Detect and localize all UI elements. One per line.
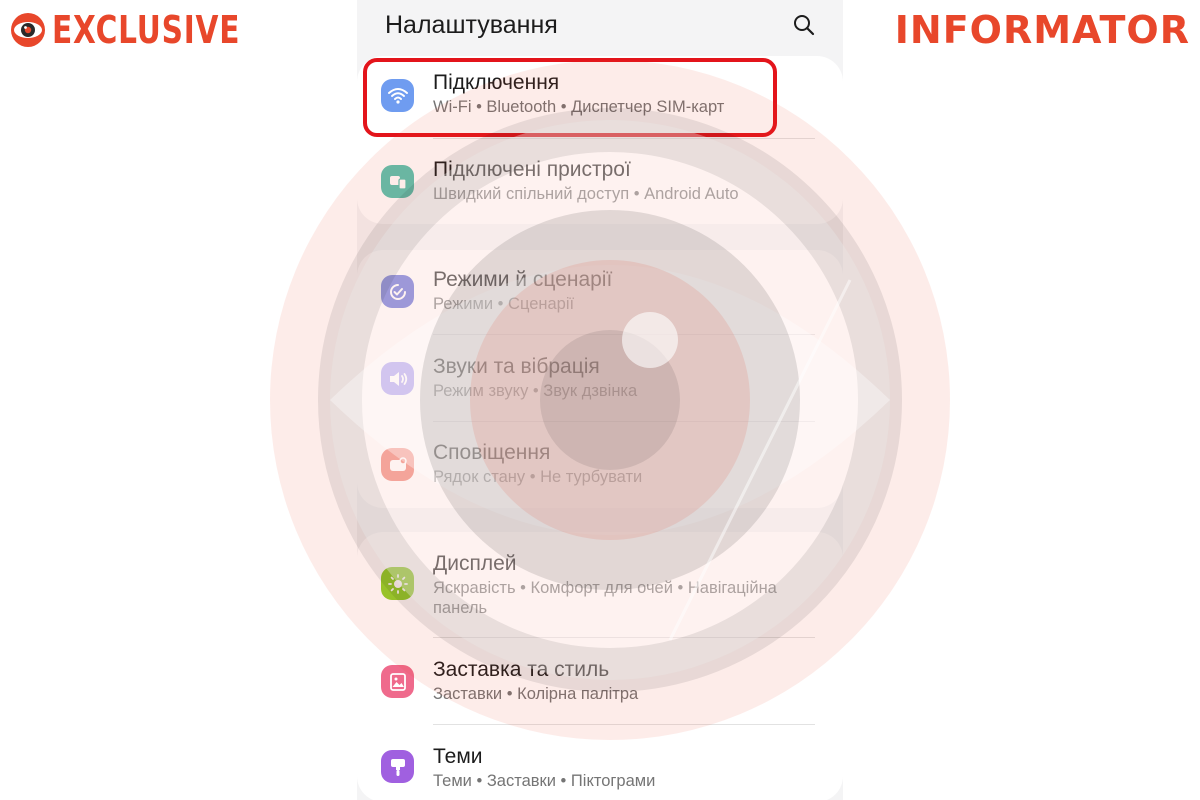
informator-logo: INFORMATOR xyxy=(895,10,1190,50)
settings-item-subtitle: Швидкий спільний доступ • Android Auto xyxy=(433,185,739,203)
settings-item-display[interactable]: Дисплей Яскравість • Комфорт для очей • … xyxy=(357,551,843,638)
notification-icon xyxy=(381,448,414,481)
settings-item-title: Режими й сценарії xyxy=(433,268,613,291)
settings-item-sounds[interactable]: Звуки та вібрація Режим звуку • Звук дзв… xyxy=(357,354,843,422)
settings-item-title: Звуки та вібрація xyxy=(433,355,600,378)
settings-item-subtitle: Режими • Сценарії xyxy=(433,295,575,313)
settings-item-subtitle: Рядок стану • Не турбувати xyxy=(433,468,643,486)
wallpaper-icon xyxy=(381,665,414,698)
highlight-frame xyxy=(363,58,777,137)
settings-item-notifications[interactable]: Сповіщення Рядок стану • Не турбувати xyxy=(357,440,843,500)
settings-item-modes[interactable]: Режими й сценарії Режими • Сценарії xyxy=(357,267,843,335)
eye-logo-icon xyxy=(11,13,45,47)
settings-item-themes[interactable]: Теми Теми • Заставки • Піктограми xyxy=(357,744,843,800)
settings-item-subtitle: Режим звуку • Звук дзвінка xyxy=(433,382,638,400)
settings-item-subtitle: Теми • Заставки • Піктограми xyxy=(433,772,656,790)
settings-item-subtitle: Заставки • Колірна палітра xyxy=(433,685,639,703)
divider xyxy=(433,334,815,335)
settings-item-title: Підключені пристрої xyxy=(433,158,631,181)
settings-item-connected-devices[interactable]: Підключені пристрої Швидкий спільний дос… xyxy=(357,157,843,217)
modes-check-icon xyxy=(381,275,414,308)
settings-header: Налаштування xyxy=(357,0,843,50)
divider xyxy=(433,421,815,422)
settings-item-title: Сповіщення xyxy=(433,441,551,464)
divider xyxy=(433,724,815,725)
search-icon[interactable] xyxy=(791,12,817,38)
settings-item-title: Теми xyxy=(433,745,483,768)
settings-item-title: Заставка та стиль xyxy=(433,658,610,681)
sound-icon xyxy=(381,362,414,395)
connected-devices-icon xyxy=(381,165,414,198)
settings-item-wallpaper[interactable]: Заставка та стиль Заставки • Колірна пал… xyxy=(357,657,843,725)
sun-icon xyxy=(381,567,414,600)
settings-item-subtitle: Яскравість • Комфорт для очей • Навігаці… xyxy=(433,579,777,617)
exclusive-logo: EXCLUSIVE xyxy=(10,10,293,50)
exclusive-logo-text: EXCLUSIVE xyxy=(52,8,241,52)
page-title: Налаштування xyxy=(385,10,558,39)
divider xyxy=(433,637,815,638)
settings-item-title: Дисплей xyxy=(433,552,517,575)
informator-logo-text: INFORMATOR xyxy=(894,8,1190,52)
divider xyxy=(433,138,815,139)
theme-brush-icon xyxy=(381,750,414,783)
